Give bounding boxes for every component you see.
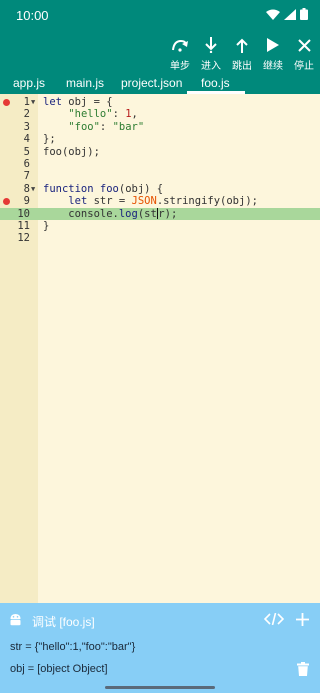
line-number: 2 [23, 108, 30, 121]
step-over-label: 单步 [170, 61, 190, 72]
variable-row[interactable]: obj = [object Object] [10, 663, 108, 675]
line-number: 4 [23, 133, 30, 146]
status-icons [266, 8, 308, 20]
step-into-label: 进入 [201, 61, 221, 72]
line-number: 7 [23, 170, 30, 183]
debug-panel: 调试 [foo.js] str = {"hello":1,"foo":"bar"… [0, 603, 320, 693]
line-number: 3 [23, 120, 30, 133]
step-over-icon [172, 39, 188, 52]
android-robot-icon [10, 614, 21, 626]
code-icon[interactable] [264, 613, 284, 625]
continue-label: 继续 [263, 61, 283, 72]
stop-button[interactable]: 停止 [289, 36, 319, 72]
battery-icon [300, 8, 308, 20]
code-editor[interactable]: 1 ▼ let obj = { 2 "hello": 1, 3 "foo": "… [0, 94, 320, 603]
tab-main-js[interactable]: main.js [66, 76, 104, 90]
code-text: "foo": "bar" [68, 120, 145, 133]
code-text: let obj = { [43, 96, 113, 108]
step-into-icon [205, 37, 217, 53]
text-cursor [156, 207, 159, 219]
code-line: 7 [0, 170, 320, 182]
step-out-label: 跳出 [232, 61, 252, 72]
code-text: foo(obj); [43, 145, 100, 158]
code-text: function foo(obj) { [43, 182, 164, 195]
line-number: 12 [17, 232, 30, 245]
code-line: 8 ▼ function foo(obj) { [0, 183, 320, 195]
debug-panel-title: 调试 [foo.js] [32, 615, 95, 629]
code-line: 5 foo(obj); [0, 146, 320, 158]
code-line: 4 }; [0, 133, 320, 145]
variable-row[interactable]: str = {"hello":1,"foo":"bar"} [10, 641, 135, 653]
code-text: let str = JSON.stringify(obj); [68, 195, 258, 208]
line-number: 5 [23, 145, 30, 158]
current-execution-line: 10 console.log(st r); [0, 207, 320, 220]
code-line: 9 let str = JSON.stringify(obj); [0, 195, 320, 207]
tab-foo-js[interactable]: foo.js [201, 76, 230, 90]
home-indicator[interactable] [105, 686, 215, 689]
tab-app-js[interactable]: app.js [13, 76, 45, 90]
tab-project-json[interactable]: project.json [121, 76, 182, 90]
status-time: 10:00 [16, 8, 49, 23]
continue-button[interactable]: 继续 [258, 36, 288, 72]
code-line: 3 "foo": "bar" [0, 121, 320, 133]
line-number: 9 [23, 195, 30, 208]
fold-arrow-icon[interactable]: ▼ [31, 96, 35, 108]
add-icon[interactable] [296, 613, 309, 626]
code-line: 2 "hello": 1, [0, 108, 320, 120]
step-out-button[interactable]: 跳出 [227, 36, 257, 72]
code-line: 1 ▼ let obj = { [0, 96, 320, 108]
code-line: 6 [0, 158, 320, 170]
breakpoint-marker[interactable] [3, 99, 10, 106]
step-into-button[interactable]: 进入 [196, 36, 226, 72]
close-icon [297, 38, 311, 52]
code-line: 12 [0, 232, 320, 244]
status-bar: 10:00 [0, 0, 320, 30]
code-text: "hello": 1, [68, 108, 138, 121]
play-icon [267, 38, 279, 52]
stop-label: 停止 [294, 61, 314, 72]
debug-toolbar: 单步 进入 跳出 继续 停止 [0, 30, 320, 74]
code-text: } [43, 220, 50, 232]
code-text: }; [43, 133, 56, 146]
step-out-icon [236, 38, 248, 53]
line-number: 1 [23, 96, 30, 108]
debug-panel-header[interactable]: 调试 [foo.js] [0, 603, 320, 633]
code-line: 11 } [0, 220, 320, 232]
code-text: console.log(st r); [43, 207, 178, 220]
signal-icon [284, 8, 296, 20]
step-over-button[interactable]: 单步 [165, 36, 195, 72]
line-number: 6 [23, 158, 30, 170]
wifi-icon [266, 9, 280, 20]
line-number: 11 [17, 220, 30, 232]
file-tabs: app.js main.js project.json foo.js [0, 74, 320, 94]
line-number: 8 [23, 182, 30, 195]
fold-arrow-icon[interactable]: ▼ [31, 183, 35, 195]
trash-icon[interactable] [297, 662, 309, 676]
breakpoint-marker[interactable] [3, 198, 10, 206]
line-number: 10 [17, 207, 30, 220]
